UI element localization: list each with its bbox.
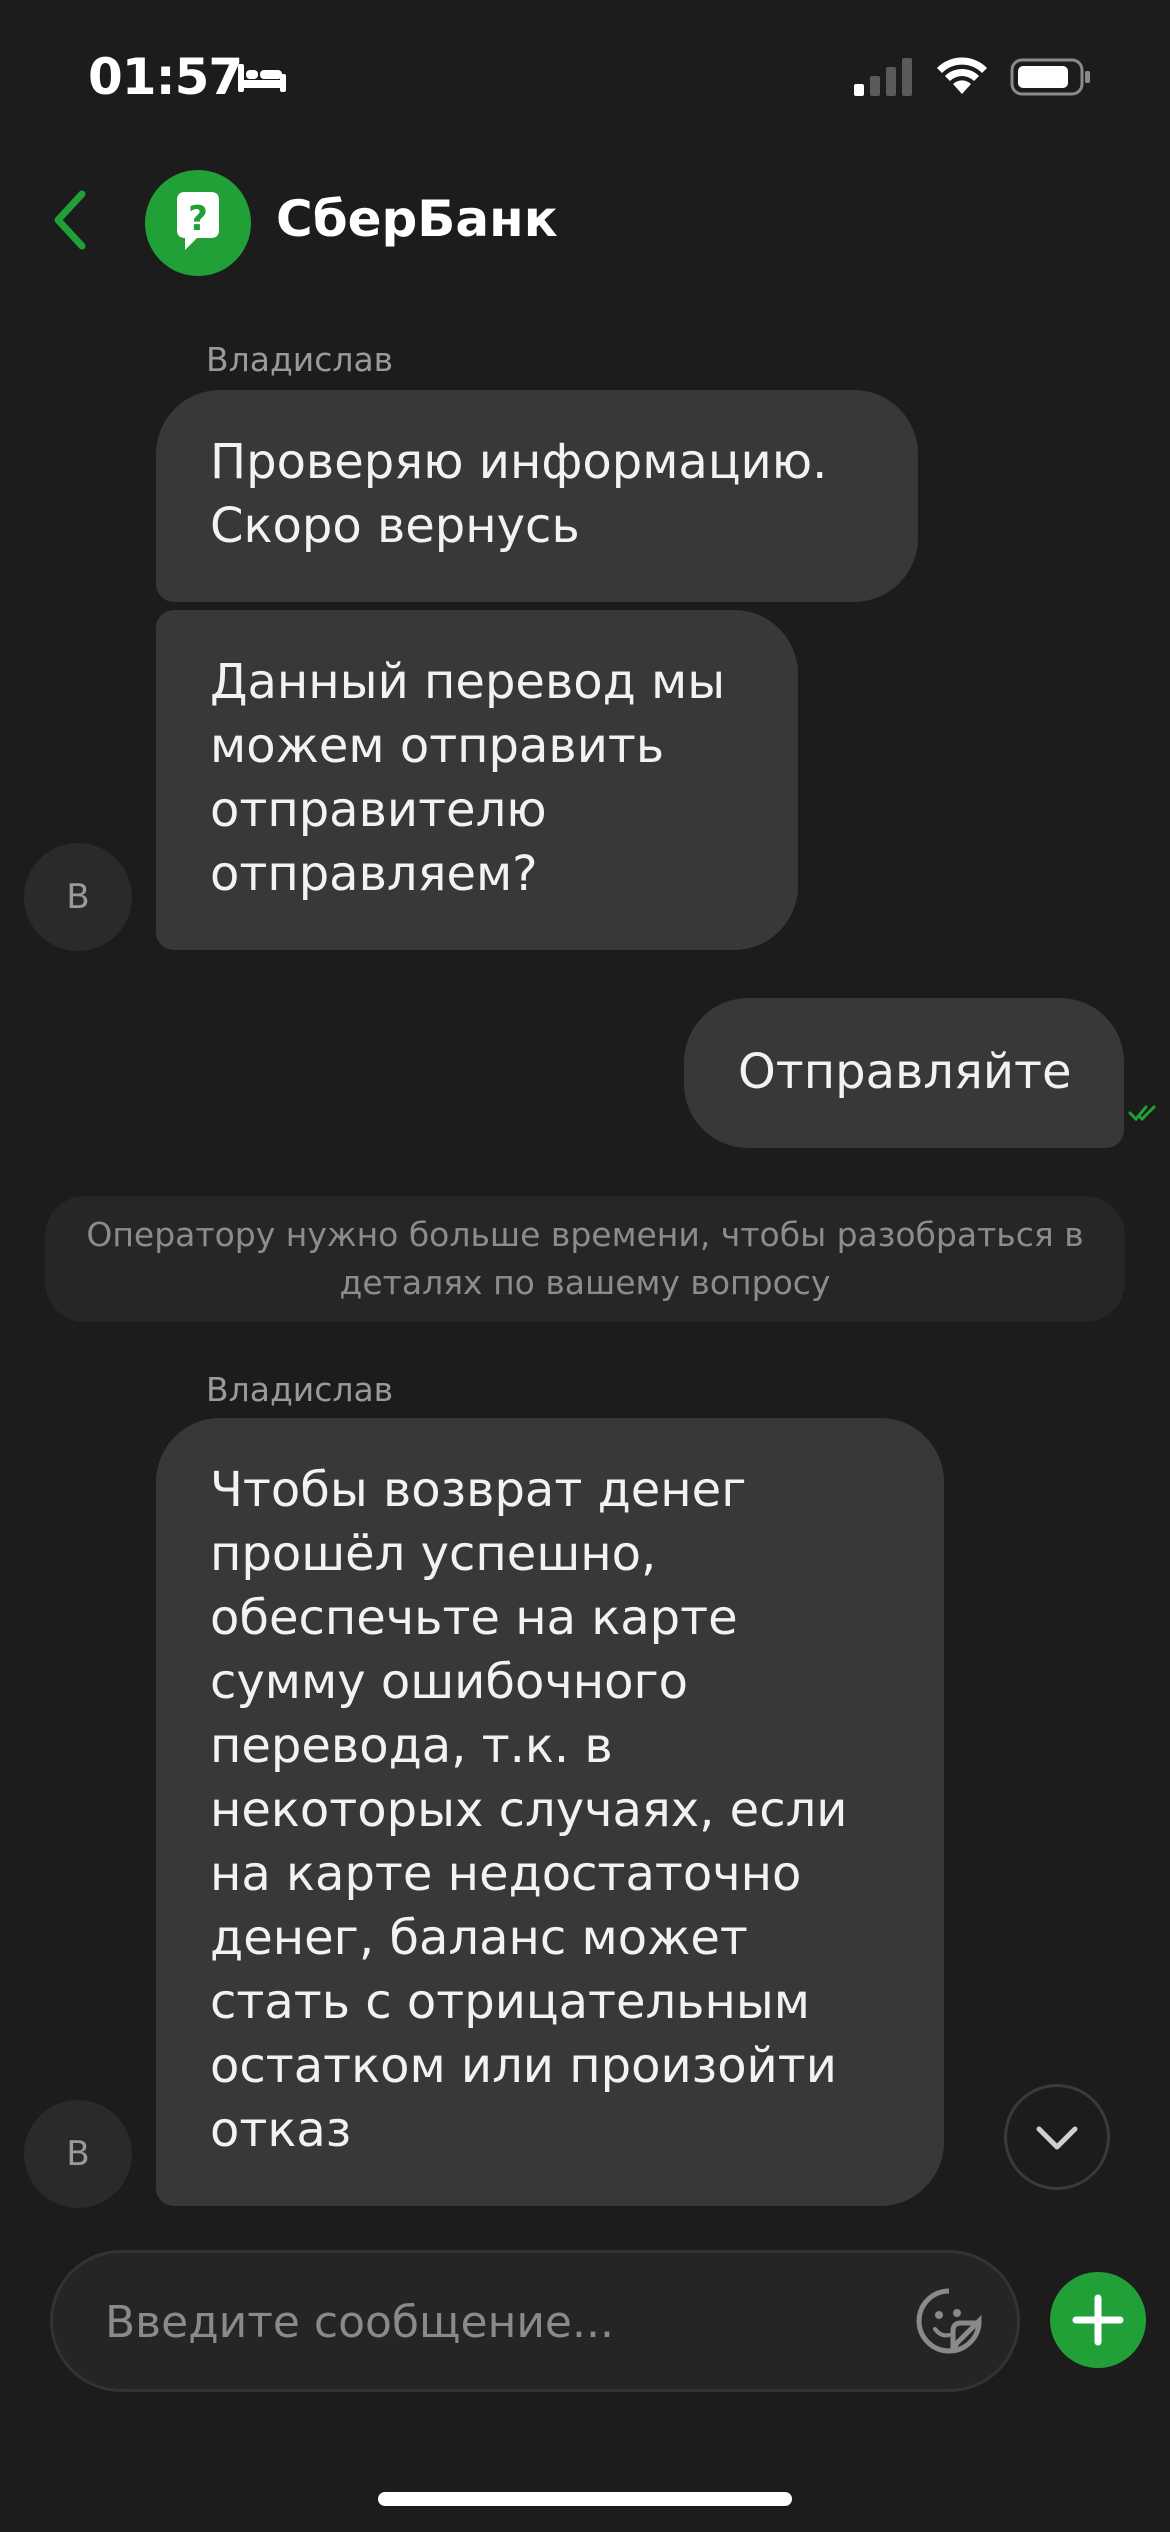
- system-note: Оператору нужно больше времени, чтобы ра…: [45, 1196, 1125, 1322]
- chevron-down-icon: [1036, 2126, 1078, 2150]
- status-time: 01:57: [88, 48, 243, 106]
- sender-name: Владислав: [206, 340, 394, 379]
- sticker-icon[interactable]: [913, 2285, 985, 2357]
- battery-icon: [1010, 58, 1090, 96]
- user-message: Отправляйте: [684, 998, 1124, 1148]
- message-placeholder: Введите сообщение...: [105, 2297, 614, 2348]
- sleep-focus-icon: [238, 64, 286, 92]
- bank-avatar[interactable]: ?: [145, 170, 251, 276]
- operator-message: Данный перевод мы можем отправить отправ…: [156, 610, 798, 950]
- operator-message: Чтобы возврат денег прошёл успешно, обес…: [156, 1418, 944, 2206]
- plus-icon: [1072, 2294, 1124, 2346]
- question-mark-icon: ?: [177, 192, 219, 250]
- home-indicator[interactable]: [378, 2492, 792, 2506]
- operator-message: Проверяю информацию. Скоро вернусь: [156, 390, 918, 602]
- chat-title: СберБанк: [276, 190, 558, 248]
- svg-text:?: ?: [188, 199, 208, 239]
- read-check-icon: [1128, 1105, 1156, 1122]
- signal-icon: [854, 58, 912, 96]
- back-button[interactable]: [40, 180, 100, 260]
- wifi-icon: [937, 57, 987, 94]
- scroll-down-button[interactable]: [1004, 2084, 1110, 2190]
- add-attachment-button[interactable]: [1050, 2272, 1146, 2368]
- sender-name: Владислав: [206, 1370, 394, 1409]
- message-input[interactable]: Введите сообщение...: [50, 2250, 1020, 2392]
- operator-avatar: В: [24, 843, 132, 951]
- operator-avatar: В: [24, 2100, 132, 2208]
